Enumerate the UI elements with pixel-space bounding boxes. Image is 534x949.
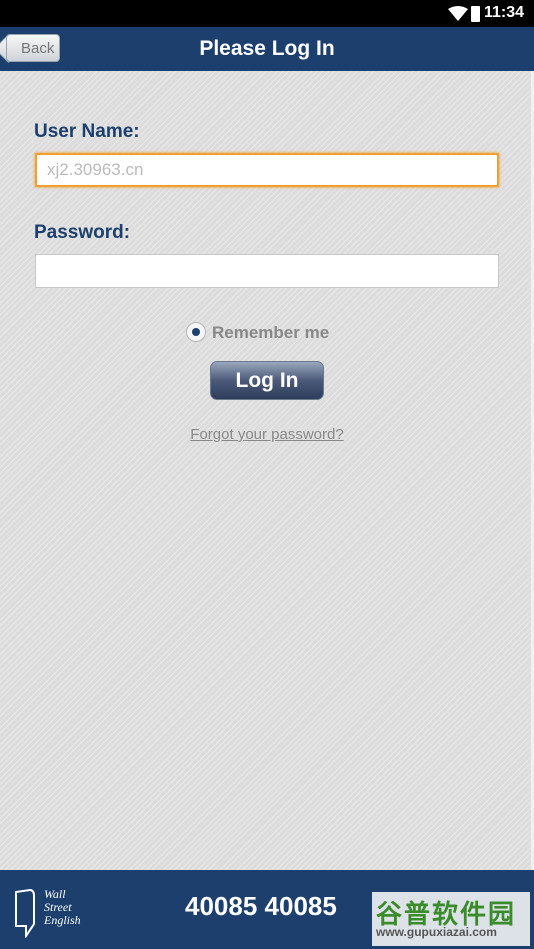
page-title: Please Log In	[199, 37, 335, 60]
logo-text: Wall Street English	[44, 888, 81, 927]
logo-mark-icon	[15, 888, 35, 938]
password-input[interactable]	[35, 254, 499, 288]
logo-text-line: English	[44, 913, 81, 927]
battery-icon	[471, 6, 480, 22]
wifi-icon	[448, 6, 468, 21]
forgot-password-link[interactable]: Forgot your password?	[0, 426, 534, 443]
password-label: Password:	[34, 222, 131, 243]
app-bar: Back Please Log In	[0, 27, 534, 71]
watermark: 谷普软件园 www.gupuxiazai.com	[372, 892, 530, 946]
back-button[interactable]: Back	[6, 34, 60, 62]
username-input[interactable]	[35, 153, 499, 187]
status-time: 11:34	[483, 4, 524, 21]
back-button-wrap[interactable]: Back	[6, 34, 66, 64]
status-bar: 11:34	[0, 0, 534, 27]
username-label: User Name:	[34, 121, 140, 142]
remember-me-radio[interactable]	[186, 322, 206, 342]
login-content	[0, 71, 534, 870]
wall-street-english-logo: Wall Street English	[14, 884, 94, 940]
watermark-url: www.gupuxiazai.com	[376, 925, 497, 939]
phone-number: 40085 40085	[185, 891, 337, 921]
footer: Wall Street English 40085 40085 谷普软件园 ww…	[0, 870, 534, 949]
remember-me-label: Remember me	[212, 323, 330, 342]
login-button[interactable]: Log In	[210, 361, 324, 400]
